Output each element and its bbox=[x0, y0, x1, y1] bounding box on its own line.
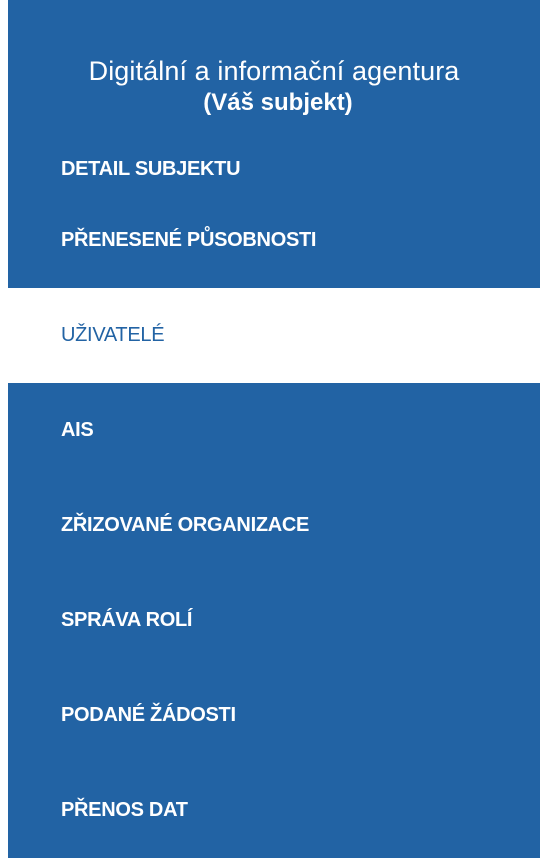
sidebar-item-label: UŽIVATELÉ bbox=[61, 324, 165, 346]
sidebar: Digitální a informační agentura (Váš sub… bbox=[8, 0, 540, 867]
organization-subtitle: (Váš subjekt) bbox=[203, 89, 353, 116]
sidebar-menu: DETAIL SUBJEKTU PŘENESENÉ PŮSOBNOSTI UŽI… bbox=[8, 150, 540, 858]
sidebar-item-label: ZŘIZOVANÉ ORGANIZACE bbox=[61, 514, 310, 536]
sidebar-item-sprava-roli[interactable]: SPRÁVA ROLÍ bbox=[8, 573, 540, 668]
sidebar-header: Digitální a informační agentura (Váš sub… bbox=[8, 0, 540, 150]
sidebar-item-uzivatele[interactable]: UŽIVATELÉ bbox=[8, 288, 540, 383]
sidebar-item-podane-zadosti[interactable]: PODANÉ ŽÁDOSTI bbox=[8, 668, 540, 763]
sidebar-item-label: PODANÉ ŽÁDOSTI bbox=[61, 704, 236, 726]
sidebar-item-detail-subjektu[interactable]: DETAIL SUBJEKTU bbox=[8, 150, 540, 193]
sidebar-item-label: AIS bbox=[61, 419, 94, 441]
sidebar-item-prenesene-pusobnosti[interactable]: PŘENESENÉ PŮSOBNOSTI bbox=[8, 193, 540, 288]
organization-name: Digitální a informační agentura bbox=[88, 56, 460, 86]
sidebar-item-label: PŘENOS DAT bbox=[61, 799, 188, 821]
sidebar-item-label: DETAIL SUBJEKTU bbox=[61, 158, 241, 180]
sidebar-item-ais[interactable]: AIS bbox=[8, 383, 540, 478]
sidebar-item-prenos-dat[interactable]: PŘENOS DAT bbox=[8, 763, 540, 858]
sidebar-item-label: SPRÁVA ROLÍ bbox=[61, 609, 193, 631]
sidebar-item-zrizovane-organizace[interactable]: ZŘIZOVANÉ ORGANIZACE bbox=[8, 478, 540, 573]
sidebar-item-label: PŘENESENÉ PŮSOBNOSTI bbox=[61, 229, 317, 251]
